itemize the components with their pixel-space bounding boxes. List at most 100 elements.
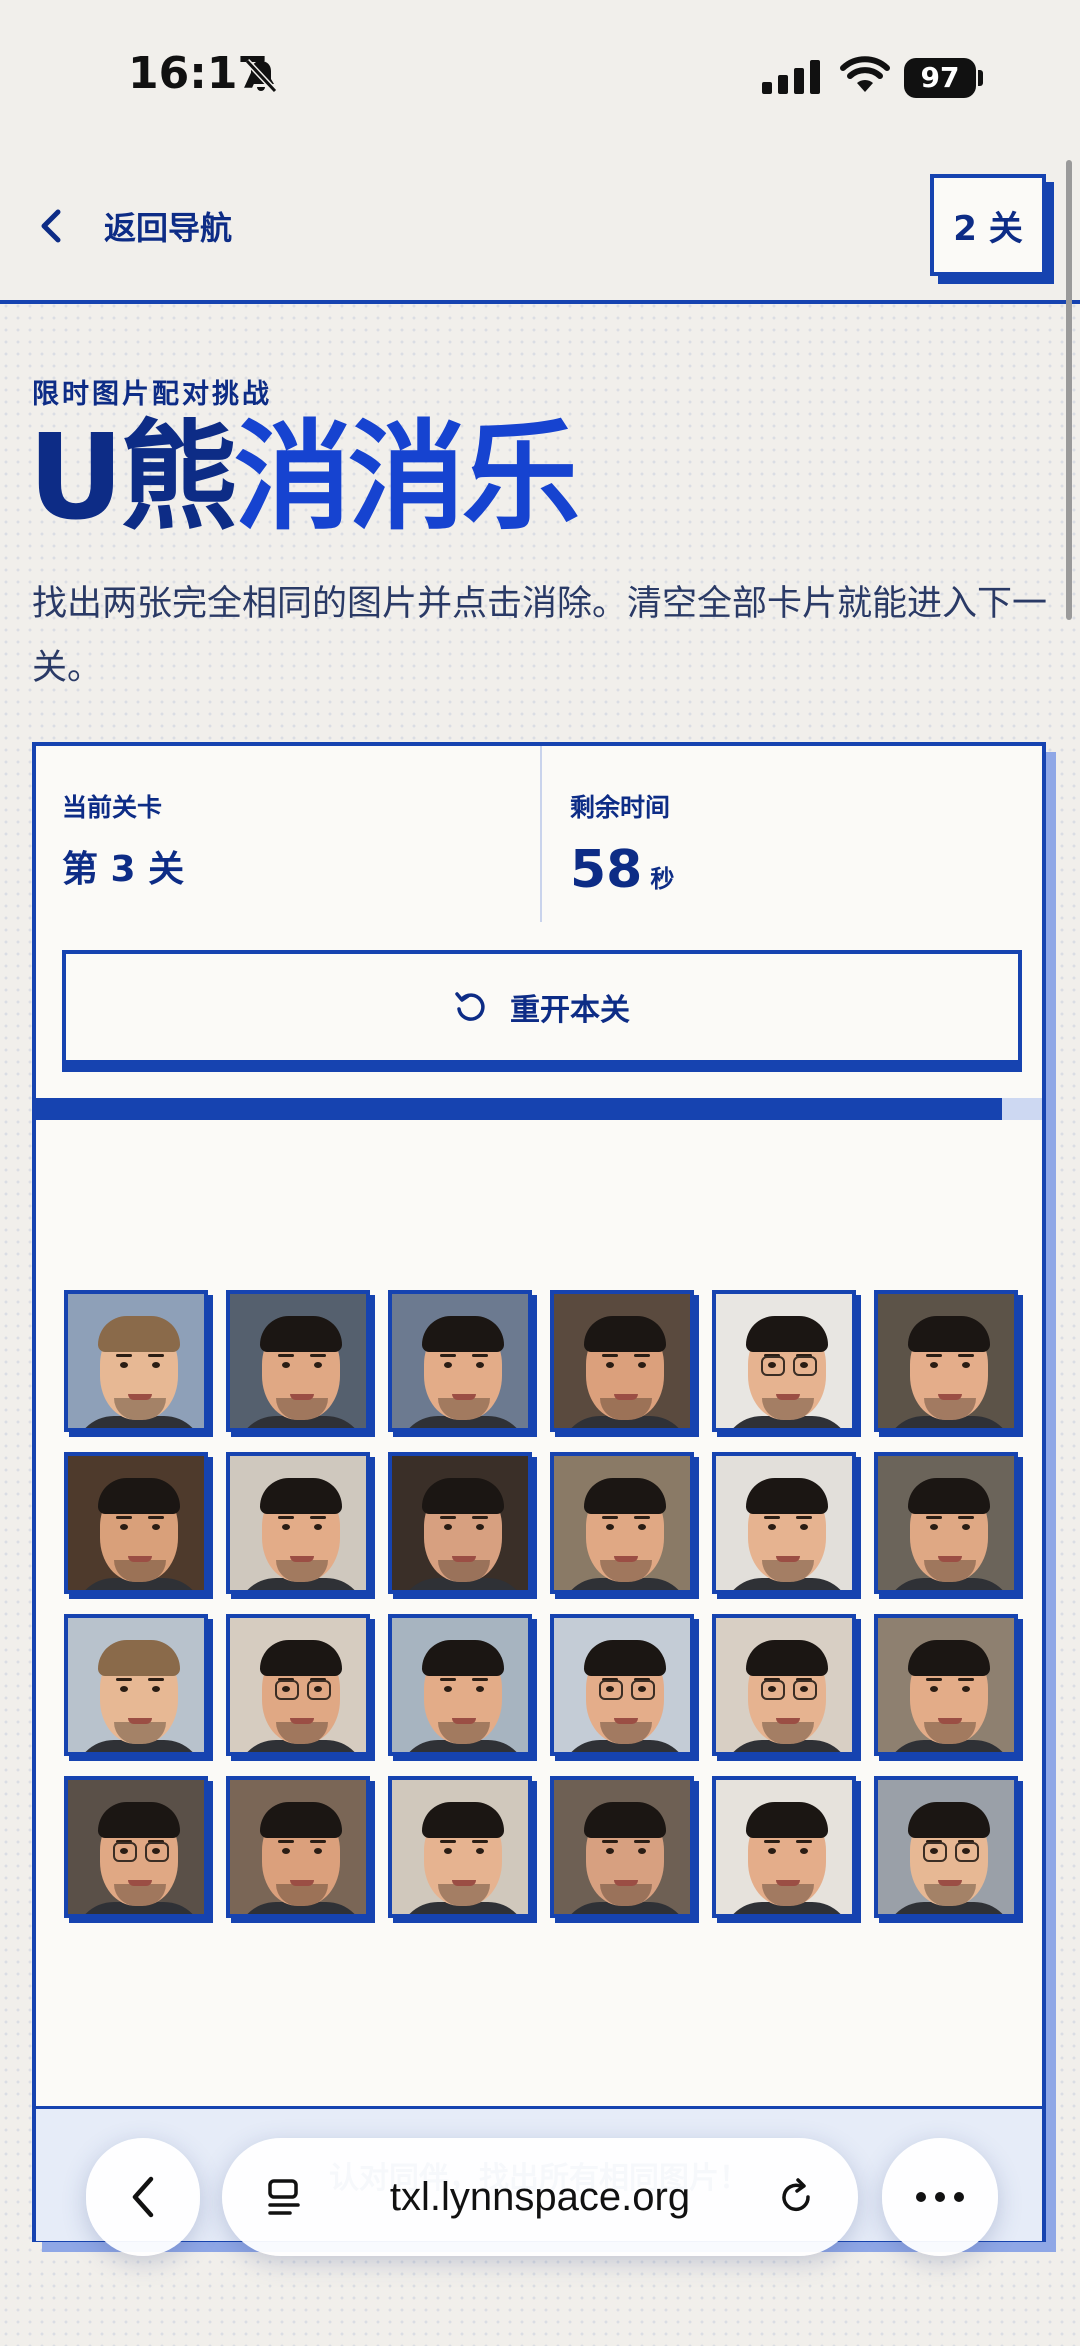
- card-eye: [476, 1362, 484, 1368]
- photo-card[interactable]: [388, 1290, 532, 1432]
- address-bar[interactable]: txl.lynnspace.org: [222, 2138, 858, 2256]
- card-eyebrow: [116, 1678, 132, 1681]
- time-remaining: 58: [570, 840, 643, 900]
- card-eyebrow: [926, 1678, 942, 1681]
- card-hair: [746, 1802, 828, 1838]
- card-eyebrow: [796, 1516, 812, 1519]
- photo-card[interactable]: [550, 1776, 694, 1918]
- card-eye: [444, 1848, 452, 1854]
- card-glasses: [923, 1842, 947, 1862]
- card-eyebrow: [310, 1354, 326, 1357]
- card-eyebrow: [602, 1354, 618, 1357]
- card-hair: [422, 1640, 504, 1676]
- photo-card[interactable]: [712, 1614, 856, 1756]
- back-to-nav-link[interactable]: 返回导航: [38, 198, 232, 254]
- card-eyebrow: [278, 1516, 294, 1519]
- card-eye: [962, 1686, 970, 1692]
- card-glasses: [145, 1842, 169, 1862]
- card-mouth: [290, 1880, 314, 1886]
- photo-card[interactable]: [874, 1290, 1018, 1432]
- card-mouth: [614, 1718, 638, 1724]
- card-hair: [98, 1316, 180, 1352]
- time-stat-value: 58 秒: [570, 840, 674, 900]
- level-stat-label: 当前关卡: [62, 793, 163, 822]
- restart-label: 重开本关: [510, 993, 630, 1028]
- card-eyebrow: [310, 1516, 326, 1519]
- card-glasses: [955, 1842, 979, 1862]
- card-hair: [908, 1802, 990, 1838]
- card-eyebrow: [440, 1678, 456, 1681]
- more-options-button[interactable]: [882, 2138, 998, 2256]
- photo-card[interactable]: [874, 1614, 1018, 1756]
- card-mouth: [938, 1880, 962, 1886]
- time-progress-fill: [36, 1098, 1002, 1120]
- photo-card[interactable]: [712, 1290, 856, 1432]
- photo-card[interactable]: [226, 1452, 370, 1594]
- page-menu-icon[interactable]: [264, 2177, 304, 2217]
- photo-card[interactable]: [874, 1776, 1018, 1918]
- card-eye: [768, 1524, 776, 1530]
- reload-icon[interactable]: [776, 2177, 816, 2217]
- card-eye: [444, 1524, 452, 1530]
- level-stat-value: 第 3 关: [62, 849, 185, 890]
- title-part-1: U熊: [28, 408, 238, 546]
- level-badge[interactable]: 2 关: [930, 174, 1046, 276]
- photo-card[interactable]: [712, 1776, 856, 1918]
- wifi-icon: [840, 56, 890, 92]
- card-mouth: [776, 1556, 800, 1562]
- card-eye: [800, 1524, 808, 1530]
- card-hair: [260, 1640, 342, 1676]
- cellular-signal-icon: [762, 60, 820, 94]
- card-eye: [930, 1362, 938, 1368]
- card-eye: [120, 1686, 128, 1692]
- card-glasses: [793, 1680, 817, 1700]
- photo-card[interactable]: [550, 1614, 694, 1756]
- card-eye: [476, 1848, 484, 1854]
- card-glasses: [307, 1680, 331, 1700]
- photo-card[interactable]: [226, 1776, 370, 1918]
- card-mouth: [614, 1556, 638, 1562]
- card-glasses: [761, 1356, 785, 1376]
- level-stat: 当前关卡 第 3 关: [62, 788, 184, 892]
- card-eyebrow: [116, 1516, 132, 1519]
- card-hair: [908, 1478, 990, 1514]
- card-glasses: [761, 1680, 785, 1700]
- photo-card[interactable]: [64, 1452, 208, 1594]
- photo-card[interactable]: [64, 1614, 208, 1756]
- card-glasses: [113, 1842, 137, 1862]
- card-eye: [120, 1362, 128, 1368]
- card-eye: [768, 1848, 776, 1854]
- card-eye: [120, 1524, 128, 1530]
- restart-level-button[interactable]: 重开本关: [62, 950, 1022, 1064]
- card-mouth: [290, 1394, 314, 1400]
- photo-card[interactable]: [64, 1290, 208, 1432]
- card-hair: [98, 1640, 180, 1676]
- card-eyebrow: [634, 1840, 650, 1843]
- photo-card[interactable]: [712, 1452, 856, 1594]
- card-mouth: [776, 1394, 800, 1400]
- card-eyebrow: [958, 1678, 974, 1681]
- stat-divider: [540, 746, 542, 922]
- battery-indicator: 97: [904, 58, 976, 98]
- browser-back-button[interactable]: [86, 2138, 200, 2256]
- photo-card[interactable]: [388, 1452, 532, 1594]
- card-mouth: [128, 1394, 152, 1400]
- ellipsis-icon: [916, 2192, 964, 2202]
- photo-card[interactable]: [388, 1776, 532, 1918]
- photo-card[interactable]: [388, 1614, 532, 1756]
- photo-card[interactable]: [226, 1614, 370, 1756]
- photo-card[interactable]: [550, 1290, 694, 1432]
- photo-card[interactable]: [874, 1452, 1018, 1594]
- game-panel: 当前关卡 第 3 关 剩余时间 58秒 重开本关 认对同伴，找出所有相同图片！: [32, 742, 1046, 2242]
- card-mouth: [938, 1394, 962, 1400]
- scrollbar[interactable]: [1066, 160, 1072, 620]
- card-mouth: [614, 1394, 638, 1400]
- photo-card[interactable]: [550, 1452, 694, 1594]
- photo-card[interactable]: [64, 1776, 208, 1918]
- card-eyebrow: [764, 1516, 780, 1519]
- card-mouth: [128, 1880, 152, 1886]
- card-eyebrow: [440, 1840, 456, 1843]
- battery-tip: [978, 70, 983, 86]
- photo-card[interactable]: [226, 1290, 370, 1432]
- card-eye: [314, 1524, 322, 1530]
